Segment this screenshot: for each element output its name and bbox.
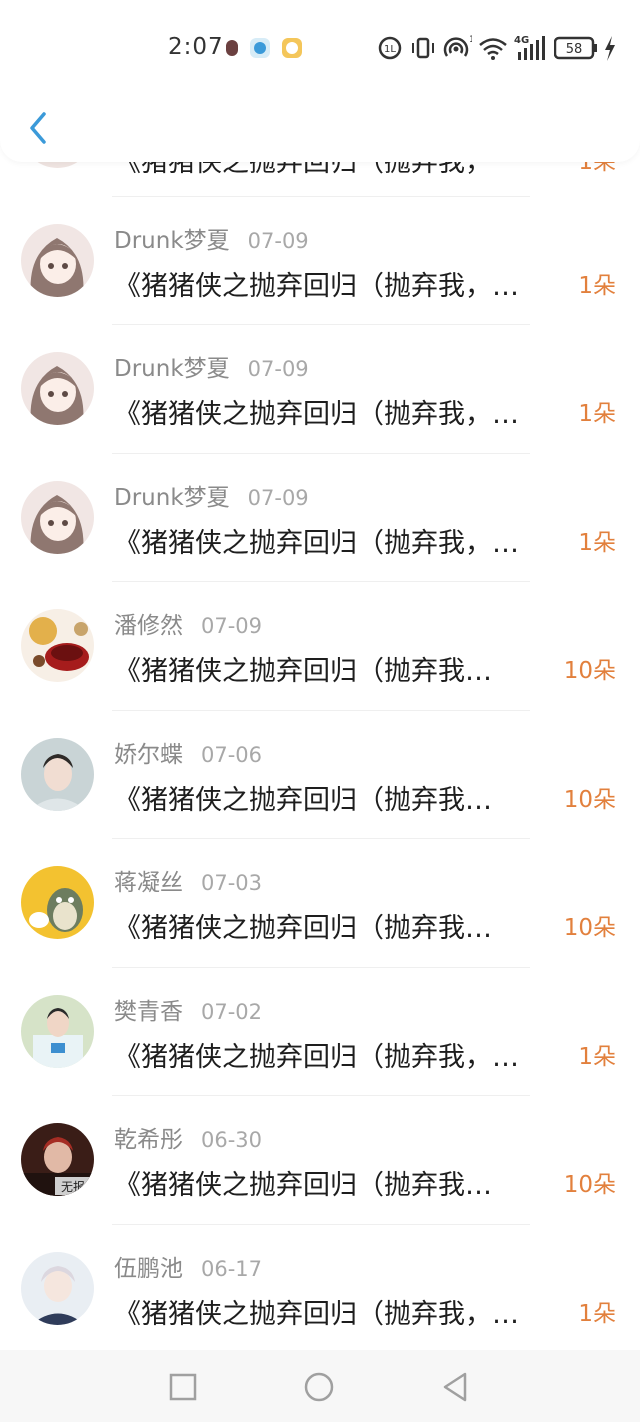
message-text: 《猪猪侠之抛弃回归（抛弃我，… <box>114 1041 519 1073</box>
avatar <box>21 352 94 425</box>
flower-count: 10朵 <box>563 786 616 813</box>
avatar <box>21 223 94 297</box>
item-meta: Drunk梦夏 07-09 <box>114 221 309 254</box>
user-name[interactable]: 乾希彤 <box>114 1127 183 1153</box>
post-date: 07-09 <box>247 228 309 253</box>
hotspot-icon: 1 <box>443 35 472 57</box>
avatar <box>21 1251 94 1325</box>
item-meta: 伍鹏池 06-17 <box>114 1249 263 1282</box>
post-date: 06-17 <box>201 1256 263 1281</box>
user-name[interactable]: 伍鹏池 <box>114 1256 183 1282</box>
svg-text:无报: 无报 <box>61 1179 85 1194</box>
status-bar: 2:07 1L 1 4G 58 <box>0 30 640 66</box>
avatar <box>21 866 94 939</box>
message-text: 《猪猪侠之抛弃回归（抛弃我，… <box>114 270 519 302</box>
battery-icon: 58 <box>554 36 597 60</box>
flower-count: 10朵 <box>563 1172 616 1198</box>
flower-gift-list[interactable]: 《猪猪侠之抛弃回归（抛弃我， 1朵 Drunk梦夏 07-09 《猪猪侠之抛弃回归（… <box>0 68 640 1353</box>
user-name[interactable]: Drunk梦夏 <box>114 356 230 382</box>
avatar <box>21 737 94 811</box>
item-meta: 樊青香 07-02 <box>114 992 263 1025</box>
user-name[interactable]: Drunk梦夏 <box>114 228 230 254</box>
post-date: 07-03 <box>201 871 263 895</box>
list-item[interactable]: 潘修然 07-09 《猪猪侠之抛弃回归（抛弃我… 10朵 <box>0 582 640 711</box>
avatar <box>21 994 94 1068</box>
message-text: 《猪猪侠之抛弃回归（抛弃我… <box>114 784 492 816</box>
app-notification-icon <box>222 38 242 58</box>
user-name[interactable]: 娇尔蝶 <box>114 742 183 768</box>
flower-count: 1朵 <box>578 401 616 427</box>
list-item[interactable]: 蒋凝丝 07-03 《猪猪侠之抛弃回归（抛弃我… 10朵 <box>0 839 640 968</box>
post-date: 07-09 <box>247 485 309 510</box>
post-date: 07-02 <box>201 999 263 1024</box>
back-button[interactable] <box>18 106 58 150</box>
flower-count: 1朵 <box>578 272 616 299</box>
list-item[interactable]: 伍鹏池 06-17 《猪猪侠之抛弃回归（抛弃我，… 1朵 <box>0 1225 640 1353</box>
flower-count: 10朵 <box>563 658 616 684</box>
message-text: 《猪猪侠之抛弃回归（抛弃我，… <box>114 399 519 430</box>
svg-text:1: 1 <box>469 35 472 45</box>
item-meta: Drunk梦夏 07-09 <box>114 349 309 382</box>
message-text: 《猪猪侠之抛弃回归（抛弃我，… <box>114 527 519 559</box>
post-date: 07-09 <box>247 357 309 381</box>
user-name[interactable]: 樊青香 <box>114 999 183 1025</box>
list-item[interactable]: 娇尔蝶 07-06 《猪猪侠之抛弃回归（抛弃我… 10朵 <box>0 711 640 839</box>
charging-icon <box>605 36 615 61</box>
user-name[interactable]: 蒋凝丝 <box>114 870 183 896</box>
message-text: 《猪猪侠之抛弃回归（抛弃我，… <box>114 1298 519 1330</box>
item-meta: Drunk梦夏 07-09 <box>114 478 309 511</box>
svg-text:4G: 4G <box>514 35 529 46</box>
status-icons: 1L 1 4G 58 <box>378 32 618 64</box>
triangle-back-icon[interactable] <box>438 1370 472 1404</box>
svg-text:58: 58 <box>566 42 583 57</box>
item-meta: 乾希彤 06-30 <box>114 1120 263 1153</box>
post-date: 07-09 <box>201 614 263 638</box>
list-item[interactable]: Drunk梦夏 07-09 《猪猪侠之抛弃回归（抛弃我，… 1朵 <box>0 197 640 325</box>
circle-home-icon[interactable] <box>302 1370 336 1404</box>
post-date: 07-06 <box>201 742 263 767</box>
flower-count: 10朵 <box>563 915 616 941</box>
list-item[interactable]: 无报 乾希彤 06-30 《猪猪侠之抛弃回归（抛弃我… 10朵 <box>0 1096 640 1225</box>
flower-count: 1朵 <box>578 1300 616 1327</box>
item-meta: 蒋凝丝 07-03 <box>114 863 263 896</box>
system-nav-bar <box>0 1350 640 1422</box>
list-item[interactable]: Drunk梦夏 07-09 《猪猪侠之抛弃回归（抛弃我，… 1朵 <box>0 454 640 582</box>
user-name[interactable]: 潘修然 <box>114 613 183 639</box>
app-notification-icon <box>250 38 270 58</box>
screen: 《猪猪侠之抛弃回归（抛弃我， 1朵 Drunk梦夏 07-09 《猪猪侠之抛弃回归（… <box>0 0 640 1422</box>
item-meta: 娇尔蝶 07-06 <box>114 735 263 768</box>
list-item[interactable]: Drunk梦夏 07-09 《猪猪侠之抛弃回归（抛弃我，… 1朵 <box>0 325 640 454</box>
square-recents-icon[interactable] <box>166 1370 200 1404</box>
message-text: 《猪猪侠之抛弃回归（抛弃我… <box>114 656 492 687</box>
item-meta: 潘修然 07-09 <box>114 606 263 639</box>
flower-count: 1朵 <box>578 529 616 556</box>
avatar: 无报 <box>21 1123 94 1196</box>
flower-count: 1朵 <box>578 1043 616 1070</box>
status-time: 2:07 <box>168 34 224 60</box>
avatar <box>21 609 94 682</box>
avatar <box>21 480 94 554</box>
list-item[interactable]: 樊青香 07-02 《猪猪侠之抛弃回归（抛弃我，… 1朵 <box>0 968 640 1096</box>
message-text: 《猪猪侠之抛弃回归（抛弃我… <box>114 913 492 944</box>
chevron-left-icon <box>30 112 46 144</box>
hd-call-icon: 1L <box>378 36 402 60</box>
user-name[interactable]: Drunk梦夏 <box>114 485 230 511</box>
post-date: 06-30 <box>201 1128 263 1152</box>
wifi-icon <box>479 38 507 60</box>
app-notification-icon <box>282 38 302 58</box>
vibrate-icon <box>412 37 434 59</box>
cellular-signal-icon: 4G <box>514 35 545 60</box>
message-text: 《猪猪侠之抛弃回归（抛弃我… <box>114 1170 492 1201</box>
svg-text:1L: 1L <box>384 44 396 55</box>
header: 2:07 1L 1 4G 58 <box>0 0 640 162</box>
